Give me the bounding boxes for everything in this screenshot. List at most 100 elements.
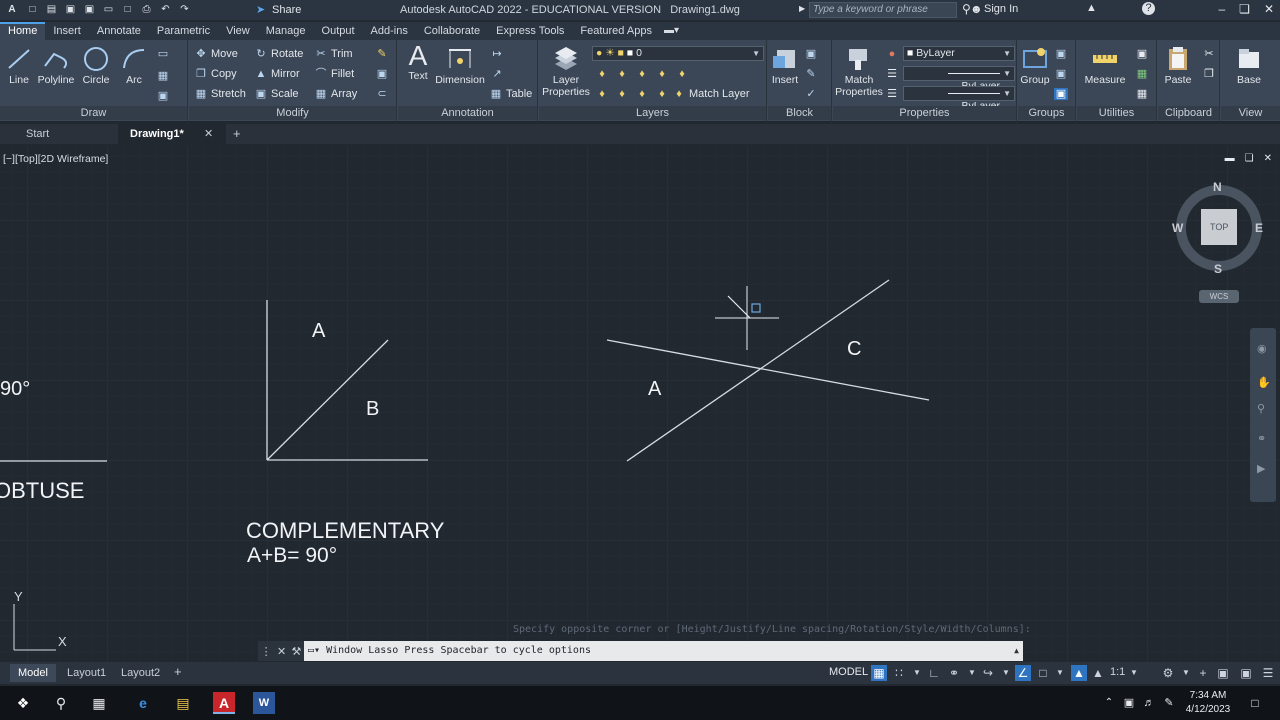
orbit-icon[interactable]: ⚭ (1257, 432, 1266, 445)
mirror-tool[interactable]: ▲ Mirror (255, 68, 300, 80)
tab-express-tools[interactable]: Express Tools (488, 22, 572, 40)
edit-block-icon[interactable]: ✎ (804, 68, 818, 80)
viewcube-south[interactable]: S (1214, 262, 1222, 276)
sign-in-button[interactable]: Sign In (984, 3, 1018, 15)
hatch-icon[interactable]: ▦ (156, 70, 170, 82)
open-web-icon[interactable]: □ (121, 4, 134, 16)
viewcube-top-face[interactable]: TOP (1210, 222, 1228, 232)
clean-screen-icon[interactable]: ▣ (1238, 665, 1254, 681)
redo-icon[interactable]: ↷ (178, 4, 191, 16)
close-viewport-icon[interactable]: ✕ (1264, 153, 1272, 164)
chevron-right-icon[interactable]: ▶ (799, 4, 805, 13)
tab-view[interactable]: View (218, 22, 258, 40)
ribbon-minimize-icon[interactable]: ▬▾ (664, 25, 679, 40)
cut-icon[interactable]: ✂ (1202, 48, 1216, 60)
annotation-panel-title[interactable]: Annotation (398, 106, 537, 120)
layer-dropdown[interactable]: ● ☀ ■ ■ 0 ▼ (592, 46, 764, 61)
export-icon[interactable]: ▭ (102, 4, 115, 16)
customization-icon[interactable]: ☰ (1260, 665, 1276, 681)
annotation-visibility-icon[interactable]: ▲ (1071, 665, 1087, 681)
color-dropdown[interactable]: ■ ByLayer ▼ (903, 46, 1015, 61)
chevron-up-icon[interactable]: ▲ (1014, 641, 1019, 661)
tab-manage[interactable]: Manage (258, 22, 314, 40)
arc-tool[interactable]: Arc (118, 46, 150, 86)
scale-tool[interactable]: ▣ Scale (255, 88, 299, 100)
share-icon[interactable]: ➤ (256, 3, 265, 16)
paste-tool[interactable]: Paste (1162, 46, 1194, 86)
quick-select-icon[interactable]: ▣ (1135, 48, 1149, 60)
tab-add-ins[interactable]: Add-ins (363, 22, 416, 40)
edit-attributes-icon[interactable]: ✓ (804, 88, 818, 100)
close-icon[interactable]: ✕ (1264, 2, 1274, 16)
steering-wheel-icon[interactable]: ◉ (1257, 342, 1267, 355)
plus-icon[interactable]: + (1195, 665, 1211, 681)
copy-clip-icon[interactable]: ❐ (1202, 68, 1216, 80)
group-tool[interactable]: Group (1020, 46, 1050, 86)
explode-icon[interactable]: ▣ (375, 68, 389, 80)
utilities-panel-title[interactable]: Utilities (1077, 106, 1156, 120)
modify-panel-title[interactable]: Modify (189, 106, 396, 120)
task-view-icon[interactable]: ▦ (88, 692, 110, 714)
clock[interactable]: 7:34 AM 4/12/2023 (1183, 689, 1233, 717)
chevron-down-icon[interactable]: ▼ (998, 665, 1014, 681)
layer-tool-8-icon[interactable]: ♦ (635, 88, 649, 100)
viewcube-north[interactable]: N (1213, 180, 1222, 194)
annotation-scale-auto-icon[interactable]: ▲ (1090, 665, 1106, 681)
group-edit-icon[interactable]: ▣ (1054, 68, 1068, 80)
trim-tool[interactable]: ✂ Trim (315, 48, 352, 60)
plot-icon[interactable]: ⎙ (140, 4, 153, 16)
object-snap-icon[interactable]: □ (1035, 665, 1051, 681)
view-panel-title[interactable]: View (1221, 106, 1280, 120)
tab-model[interactable]: Model (10, 664, 56, 682)
measure-tool[interactable]: Measure (1081, 46, 1129, 86)
network-icon[interactable]: ▣ (1118, 692, 1140, 714)
cart-icon[interactable]: ▲ (1086, 2, 1097, 14)
command-input[interactable]: ▭▾ Window Lasso Press Spacebar to cycle … (304, 641, 1023, 661)
volume-icon[interactable]: ♬ (1138, 692, 1160, 714)
tab-output[interactable]: Output (314, 22, 363, 40)
offset-icon[interactable]: ⊂ (375, 88, 389, 100)
annotation-scale[interactable]: 1:1 (1110, 666, 1125, 678)
block-panel-title[interactable]: Block (768, 106, 831, 120)
text-tool[interactable]: A Text (402, 42, 434, 83)
layer-tool-1-icon[interactable]: ♦ (595, 68, 609, 80)
navigation-bar[interactable]: ◉ ✋ ⚲ ⚭ ▶ (1250, 328, 1276, 502)
viewcube-east[interactable]: E (1255, 221, 1263, 235)
tab-annotate[interactable]: Annotate (89, 22, 149, 40)
model-space-toggle[interactable]: MODEL (829, 666, 868, 678)
object-snap-tracking-icon[interactable]: ∠ (1015, 665, 1031, 681)
grid-icon[interactable]: ▦ (871, 665, 887, 681)
fillet-tool[interactable]: ⌒ Fillet (315, 68, 355, 80)
groups-panel-title[interactable]: Groups (1018, 106, 1075, 120)
notifications-icon[interactable]: □ (1244, 692, 1266, 714)
drawing-canvas[interactable]: [−][Top][2D Wireframe] ▬ ❏ ✕ A B 90° OBT… (0, 146, 1280, 662)
layer-tool-5-icon[interactable]: ♦ (675, 68, 689, 80)
close-tab-icon[interactable]: ✕ (204, 127, 213, 140)
lineweight-icon[interactable]: ☰ (885, 68, 899, 80)
tab-insert[interactable]: Insert (45, 22, 89, 40)
boundary-icon[interactable]: ▣ (156, 90, 170, 102)
open-folder-icon[interactable]: ▤ (45, 4, 58, 16)
share-button[interactable]: Share (272, 4, 301, 16)
minimize-viewport-icon[interactable]: ▬ (1225, 153, 1235, 164)
autocad-logo-icon[interactable]: A (4, 4, 20, 16)
line-tool[interactable]: Line (4, 46, 34, 86)
group-selection-icon[interactable]: ▣ (1054, 88, 1068, 100)
move-tool[interactable]: ✥ Move (195, 48, 238, 60)
customize-icon[interactable]: ⚒ (291, 645, 301, 658)
select-all-icon[interactable]: ▦ (1135, 68, 1149, 80)
file-explorer-icon[interactable]: ▤ (172, 692, 194, 714)
add-layout-icon[interactable]: + (174, 664, 182, 679)
chevron-down-icon[interactable]: ▼ (909, 665, 925, 681)
rectangle-icon[interactable]: ▭ (156, 48, 170, 60)
viewport-controls-label[interactable]: [−][Top][2D Wireframe] (3, 153, 108, 165)
leader-icon[interactable]: ↦ (490, 48, 504, 60)
stretch-tool[interactable]: ▦ Stretch (195, 88, 246, 100)
layer-tool-7-icon[interactable]: ♦ (615, 88, 629, 100)
insert-tool[interactable]: Insert (770, 46, 800, 86)
polyline-tool[interactable]: Polyline (36, 46, 76, 86)
rotate-tool[interactable]: ↻ Rotate (255, 48, 303, 60)
tab-collaborate[interactable]: Collaborate (416, 22, 488, 40)
draw-panel-title[interactable]: Draw (0, 106, 187, 120)
table-tool[interactable]: ▦ Table (490, 88, 533, 100)
